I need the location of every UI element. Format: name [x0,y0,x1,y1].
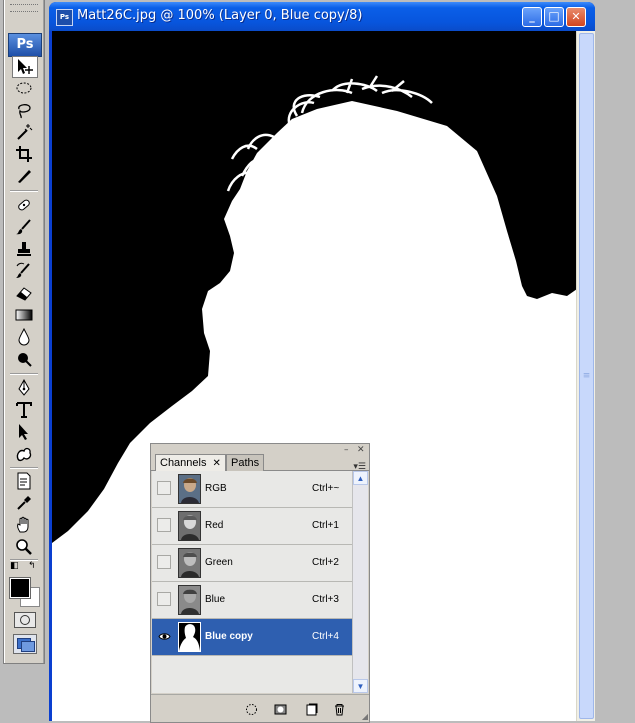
channel-list: RGB Ctrl+~ Red Ctrl+1 Green Ctrl+2 Blue … [152,471,352,693]
channel-name: Blue [205,594,226,605]
slice-tool-icon[interactable] [12,166,36,186]
channel-shortcut: Ctrl+1 [312,520,339,531]
channel-name: Blue copy [205,631,253,642]
foreground-color-swatch[interactable] [9,577,31,599]
notes-tool-icon[interactable] [12,471,36,491]
visibility-toggle[interactable] [157,592,171,606]
channel-thumbnail [178,622,201,652]
channel-list-scrollbar[interactable]: ▲ ▼ [352,471,368,693]
load-selection-icon[interactable] [244,702,258,716]
history-brush-icon[interactable] [12,261,36,281]
channel-shortcut: Ctrl+2 [312,557,339,568]
channel-name: RGB [205,483,227,494]
channel-thumbnail [178,474,201,504]
channel-thumbnail [178,585,201,615]
visibility-toggle[interactable] [157,518,171,532]
document-icon[interactable]: Ps [56,9,73,26]
custom-shape-icon[interactable] [12,444,36,464]
lasso-tool-icon[interactable] [12,100,36,120]
channel-row-red[interactable]: Red Ctrl+1 [152,508,352,545]
screen-mode-icon[interactable] [13,634,37,654]
scroll-up-arrow[interactable]: ▲ [353,471,368,485]
eye-icon[interactable] [157,629,171,643]
visibility-toggle[interactable] [157,481,171,495]
tools-palette: Ps ◧ ↰ [3,0,45,664]
scroll-down-arrow[interactable]: ▼ [353,679,368,693]
document-titlebar[interactable]: Ps Matt26C.jpg @ 100% (Layer 0, Blue cop… [49,2,595,31]
move-tool-icon[interactable] [12,56,38,78]
clone-stamp-icon[interactable] [12,239,36,259]
hand-tool-icon[interactable] [12,515,36,535]
tab-channels-label: Channels [160,457,207,469]
panel-footer: ◢ [151,694,369,722]
close-button[interactable]: ✕ [566,7,586,27]
document-title: Matt26C.jpg @ 100% (Layer 0, Blue copy/8… [77,8,363,23]
crop-tool-icon[interactable] [12,144,36,164]
channel-thumbnail [178,511,201,541]
panel-tab-strip: Channels ✕ Paths ▾☰ [151,452,369,472]
channel-row-rgb[interactable]: RGB Ctrl+~ [152,471,352,508]
channel-thumbnail [178,548,201,578]
minimize-button[interactable]: _ [522,7,542,27]
quick-mask-icon[interactable] [14,612,36,628]
marquee-tool-icon[interactable] [12,78,36,98]
channel-name: Green [205,557,233,568]
healing-brush-icon[interactable] [12,195,36,215]
maximize-button[interactable]: □ [544,7,564,27]
magic-wand-icon[interactable] [12,122,36,142]
tab-paths-label: Paths [231,457,260,469]
vertical-scrollbar[interactable]: ≡ [576,31,595,721]
tab-close-icon[interactable]: ✕ [213,458,221,469]
resize-grip-icon[interactable]: ◢ [362,712,368,721]
dodge-tool-icon[interactable] [12,349,36,369]
workspace-background [596,0,635,721]
panel-titlebar[interactable]: – ✕ [151,444,369,455]
visibility-toggle[interactable] [157,555,171,569]
save-selection-icon[interactable] [273,702,287,716]
default-colors-icon[interactable]: ◧ [10,562,19,571]
zoom-tool-icon[interactable] [12,537,36,557]
delete-channel-icon[interactable] [332,702,346,716]
tab-paths[interactable]: Paths [226,454,265,471]
brush-tool-icon[interactable] [12,217,36,237]
tool-separator [10,190,38,192]
eraser-tool-icon[interactable] [12,283,36,303]
channel-shortcut: Ctrl+~ [312,483,340,494]
channel-row-green[interactable]: Green Ctrl+2 [152,545,352,582]
palette-grip[interactable] [10,4,38,12]
channel-shortcut: Ctrl+4 [312,631,339,642]
new-channel-icon[interactable] [304,702,318,716]
channel-name: Red [205,520,224,531]
channels-panel: – ✕ Channels ✕ Paths ▾☰ RGB Ctrl+~ Red C… [150,443,370,723]
vertical-scroll-thumb[interactable]: ≡ [579,33,594,719]
channel-row-blue-copy[interactable]: Blue copy Ctrl+4 [152,619,352,656]
channel-row-blue[interactable]: Blue Ctrl+3 [152,582,352,619]
pen-tool-icon[interactable] [12,378,36,398]
tool-separator [10,373,38,375]
tab-channels[interactable]: Channels ✕ [155,454,226,472]
photoshop-logo[interactable]: Ps [8,33,42,57]
channel-shortcut: Ctrl+3 [312,594,339,605]
tool-separator [10,467,38,469]
type-tool-icon[interactable] [12,400,36,420]
path-selection-icon[interactable] [12,422,36,442]
gradient-tool-icon[interactable] [12,305,36,325]
swap-colors-icon[interactable]: ↰ [28,562,36,571]
eyedropper-icon[interactable] [12,493,36,513]
blur-tool-icon[interactable] [12,327,36,347]
